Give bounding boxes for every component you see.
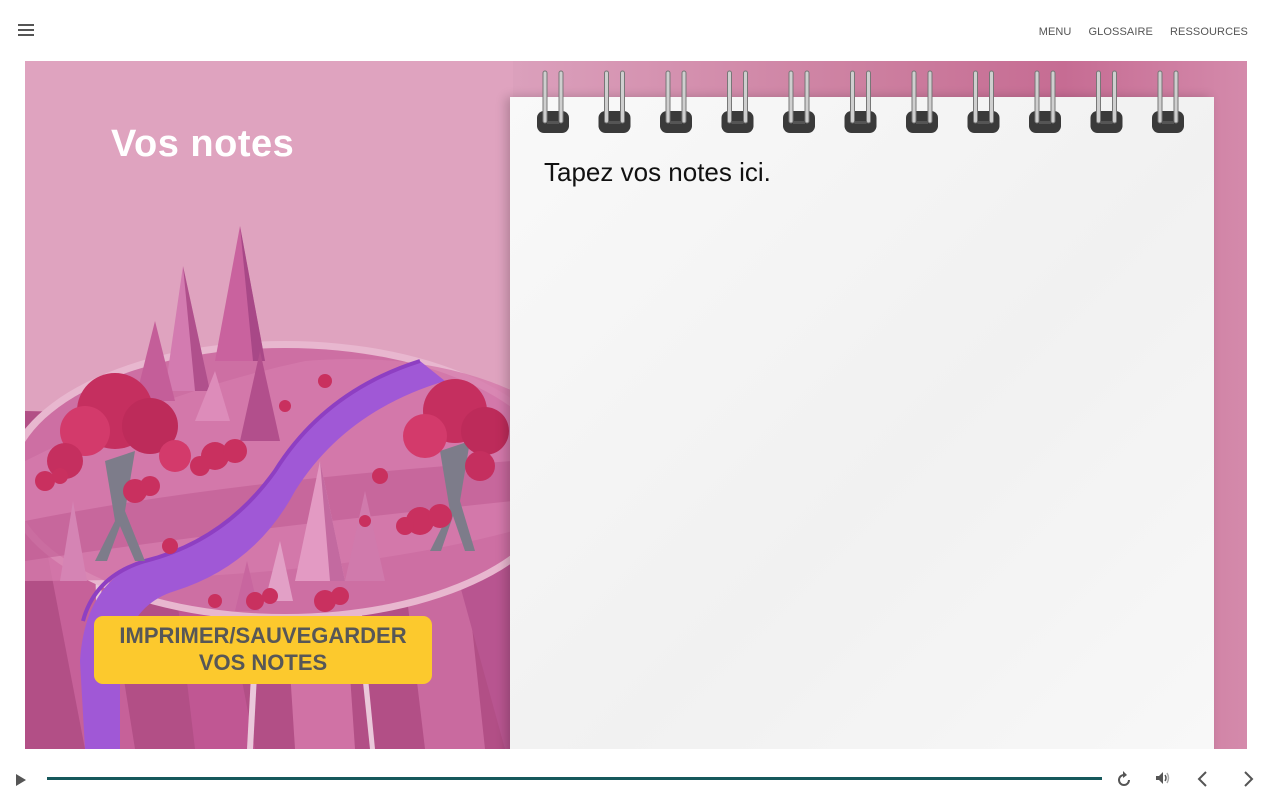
previous-slide-icon[interactable] — [1196, 770, 1210, 788]
notebook-page — [510, 97, 1214, 749]
top-navigation: MENU GLOSSAIRE RESSOURCES — [1039, 26, 1248, 38]
menu-link[interactable]: MENU — [1039, 26, 1072, 38]
hamburger-menu-icon[interactable] — [18, 24, 38, 38]
top-bar: MENU GLOSSAIRE RESSOURCES — [0, 0, 1270, 60]
glossary-link[interactable]: GLOSSAIRE — [1088, 26, 1152, 38]
notes-input[interactable] — [544, 157, 1184, 737]
page-title: Vos notes — [111, 123, 295, 165]
replay-icon[interactable] — [1116, 770, 1132, 788]
progress-bar[interactable] — [47, 777, 1102, 780]
illustration-panel: Vos notes IMPRIMER/SAUVEGARDER VOS NOTES — [25, 61, 513, 749]
slide-stage: Vos notes IMPRIMER/SAUVEGARDER VOS NOTES — [25, 61, 1247, 749]
next-slide-icon[interactable] — [1241, 770, 1255, 788]
print-button-line2: VOS NOTES — [198, 650, 328, 675]
play-icon[interactable] — [14, 773, 28, 787]
player-controls — [0, 762, 1270, 802]
volume-icon[interactable] — [1154, 770, 1172, 786]
print-save-notes-button[interactable]: IMPRIMER/SAUVEGARDER VOS NOTES — [94, 616, 432, 684]
print-button-line1: IMPRIMER/SAUVEGARDER — [119, 623, 407, 648]
resources-link[interactable]: RESSOURCES — [1170, 26, 1248, 38]
